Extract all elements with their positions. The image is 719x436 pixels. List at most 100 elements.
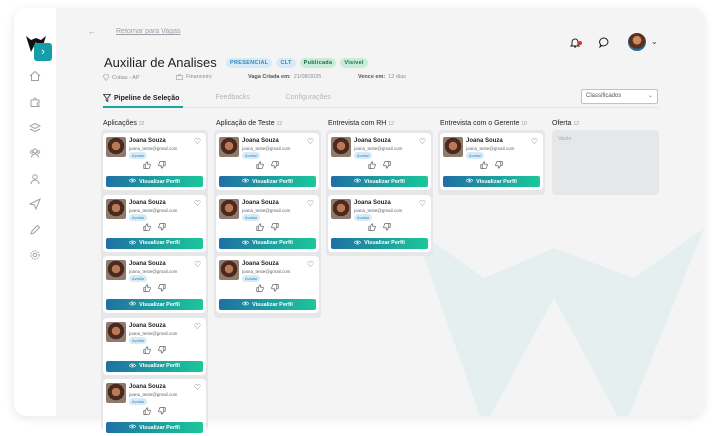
view-profile-label: Visualizar Perfil — [252, 240, 293, 246]
candidate-card[interactable]: Joana Souza joana_teste@gmail.com Avaliar ♡… — [328, 194, 431, 252]
job-location: Cutias - AP — [103, 74, 140, 81]
thumbs-up-icon[interactable] — [143, 222, 151, 231]
thumbs-up-icon[interactable] — [143, 407, 151, 415]
candidate-card[interactable]: Joana Souza joana_teste@gmail.com Avaliar ♡… — [103, 256, 206, 313]
heart-icon[interactable]: ♡ — [194, 383, 201, 392]
eye-icon — [129, 240, 137, 247]
candidate-status-badge[interactable]: Avaliar — [242, 275, 261, 282]
filter-select[interactable]: Classificados ⌄ — [581, 89, 658, 104]
heart-icon[interactable]: ♡ — [307, 260, 314, 269]
user-avatar[interactable] — [628, 33, 646, 51]
layers-icon[interactable] — [29, 122, 41, 134]
thumbs-up-icon[interactable] — [256, 284, 264, 292]
heart-icon[interactable]: ♡ — [194, 137, 201, 146]
send-icon[interactable] — [29, 198, 41, 210]
thumbs-down-icon[interactable] — [158, 161, 166, 169]
view-profile-button[interactable]: Visualizar Perfil — [443, 176, 540, 187]
candidate-card[interactable]: Joana Souza joana_teste@gmail.com Avaliar ♡… — [103, 133, 206, 190]
candidate-status-badge[interactable]: Avaliar — [466, 152, 485, 159]
eye-icon — [354, 178, 362, 185]
thumbs-down-icon[interactable] — [383, 161, 391, 169]
back-link[interactable]: Retornar para Vagas — [116, 28, 180, 35]
thumbs-down-icon[interactable] — [158, 345, 166, 354]
heart-icon[interactable]: ♡ — [194, 322, 201, 331]
candidate-card[interactable]: Joana Souza joana_teste@gmail.com Avaliar ♡… — [328, 133, 431, 190]
view-profile-button[interactable]: Visualizar Perfil — [219, 237, 316, 249]
candidate-name: Joana Souza — [129, 261, 166, 267]
thumbs-up-icon[interactable] — [256, 161, 264, 169]
candidate-card[interactable]: Joana Souza joana_teste@gmail.com Avaliar ♡… — [103, 379, 206, 436]
view-profile-button[interactable]: Visualizar Perfil — [219, 299, 316, 310]
view-profile-button[interactable]: Visualizar Perfil — [331, 176, 428, 187]
candidate-status-badge[interactable]: Avaliar — [129, 275, 148, 282]
thumbs-up-icon[interactable] — [368, 161, 376, 169]
tab-pipeline[interactable]: Pipeline de Seleção — [103, 94, 179, 102]
user-icon[interactable] — [29, 173, 41, 185]
candidate-status-badge[interactable]: Avaliar — [129, 336, 148, 344]
thumbs-up-icon[interactable] — [143, 284, 151, 292]
thumbs-down-icon[interactable] — [158, 284, 166, 292]
view-profile-button[interactable]: Visualizar Perfil — [106, 360, 203, 372]
thumbs-down-icon[interactable] — [495, 161, 503, 169]
gear-icon[interactable] — [29, 249, 41, 261]
thumbs-down-icon[interactable] — [271, 284, 279, 292]
column-count: 12 — [388, 121, 394, 127]
candidate-status-badge[interactable]: Avaliar — [242, 152, 261, 159]
thumbs-down-icon[interactable] — [271, 161, 279, 169]
heart-icon[interactable]: ♡ — [419, 199, 426, 208]
chat-icon[interactable] — [599, 37, 610, 48]
view-profile-button[interactable]: Visualizar Perfil — [106, 299, 203, 310]
thumbs-down-icon[interactable] — [158, 222, 166, 231]
back-arrow-icon[interactable]: ← — [88, 27, 96, 36]
tab-feedbacks[interactable]: Feedbacks — [215, 94, 249, 102]
view-profile-button[interactable]: Visualizar Perfil — [331, 237, 428, 249]
candidate-status-badge[interactable]: Avaliar — [354, 213, 373, 221]
heart-icon[interactable]: ♡ — [194, 199, 201, 208]
thumbs-up-icon[interactable] — [480, 161, 488, 169]
chevron-down-icon: ⌄ — [647, 93, 653, 99]
heart-icon[interactable]: ♡ — [531, 137, 538, 146]
rating-actions — [143, 161, 166, 169]
candidate-name: Joana Souza — [242, 261, 279, 267]
chevron-down-icon[interactable]: ⌄ — [651, 37, 658, 46]
candidate-status-badge[interactable]: Avaliar — [129, 152, 148, 159]
candidate-card[interactable]: Joana Souza joana_teste@gmail.com Avaliar ♡… — [103, 317, 206, 375]
candidate-card[interactable]: Joana Souza joana_teste@gmail.com Avaliar ♡… — [216, 256, 319, 313]
heart-icon[interactable]: ♡ — [194, 260, 201, 269]
thumbs-down-icon[interactable] — [383, 222, 391, 231]
filter-select-value: Classificados — [586, 93, 622, 99]
candidate-email: joana_teste@gmail.com — [129, 146, 178, 151]
tab-configuracoes[interactable]: Configurações — [286, 94, 331, 102]
view-profile-button[interactable]: Visualizar Perfil — [106, 176, 203, 187]
sidebar-toggle-button[interactable]: › — [34, 43, 52, 61]
candidate-status-badge[interactable]: Avaliar — [354, 152, 373, 159]
thumbs-down-icon[interactable] — [158, 407, 166, 415]
column-title: Aplicações 32 — [103, 120, 144, 127]
view-profile-button[interactable]: Visualizar Perfil — [106, 237, 203, 249]
thumbs-up-icon[interactable] — [143, 161, 151, 169]
view-profile-button[interactable]: Visualizar Perfil — [219, 176, 316, 187]
heart-icon[interactable]: ♡ — [307, 137, 314, 146]
candidate-status-badge[interactable]: Avaliar — [129, 398, 148, 405]
candidate-card[interactable]: Joana Souza joana_teste@gmail.com Avaliar ♡… — [103, 194, 206, 252]
thumbs-down-icon[interactable] — [271, 222, 279, 231]
column-title-text: Entrevista com o Gerente — [440, 120, 520, 127]
thumbs-up-icon[interactable] — [256, 222, 264, 231]
puzzle-icon[interactable] — [29, 96, 41, 108]
view-profile-label: Visualizar Perfil — [364, 178, 405, 185]
thumbs-up-icon[interactable] — [143, 345, 151, 354]
users-icon[interactable] — [29, 147, 41, 159]
candidate-card[interactable]: Joana Souza joana_teste@gmail.com Avaliar ♡… — [216, 133, 319, 190]
view-profile-button[interactable]: Visualizar Perfil — [106, 422, 203, 433]
tag-publicada: Publicada — [299, 58, 337, 68]
candidate-status-badge[interactable]: Avaliar — [242, 213, 261, 221]
home-icon[interactable] — [29, 70, 41, 82]
heart-icon[interactable]: ♡ — [419, 137, 426, 146]
created-date: Vaga Criada em: 21/08/2025 — [248, 74, 321, 80]
heart-icon[interactable]: ♡ — [307, 199, 314, 208]
candidate-card[interactable]: Joana Souza joana_teste@gmail.com Avaliar ♡… — [216, 194, 319, 252]
candidate-card[interactable]: Joana Souza joana_teste@gmail.com Avaliar ♡… — [440, 133, 543, 190]
thumbs-up-icon[interactable] — [368, 222, 376, 231]
pen-icon[interactable] — [29, 224, 41, 236]
candidate-status-badge[interactable]: Avaliar — [129, 213, 148, 221]
